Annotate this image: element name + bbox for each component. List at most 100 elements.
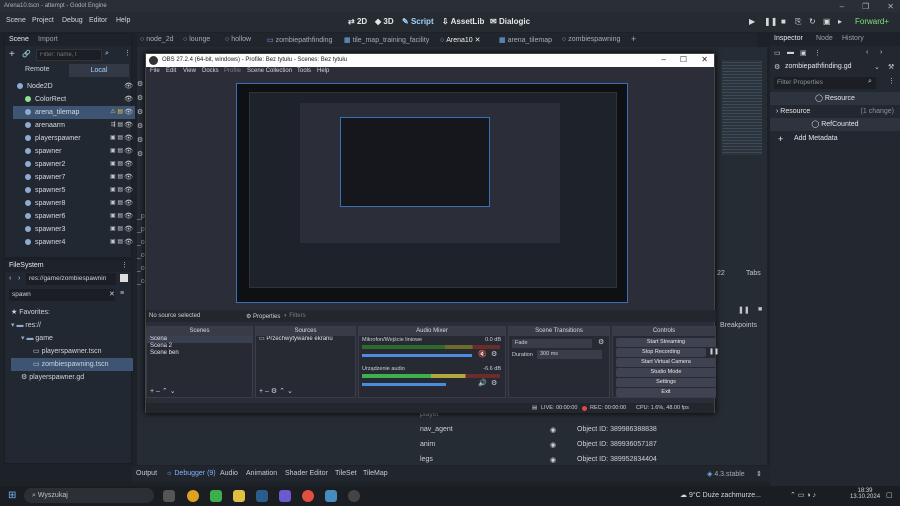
menu-scene[interactable]: Scene [6,17,26,24]
obs-menu-profile[interactable]: Profile [224,68,241,74]
gear-icon[interactable]: ⚙ [491,379,497,387]
warning-icon[interactable]: ⚠ ▤ [110,106,123,119]
tree-node[interactable]: spawner6 ▣ ▤ 👁 [13,210,135,223]
tree-node[interactable]: spawner8 ▣ ▤ 👁 [13,197,135,210]
pause-icon[interactable]: ❚❚ [764,17,777,26]
remote-button[interactable]: Remote [25,66,50,73]
fs-folder[interactable]: ▾ ▬ game [11,332,133,345]
visibility-icon[interactable]: 👁 [124,132,133,145]
move-up-icon[interactable]: ⌃ [279,388,285,395]
tab-debugger[interactable]: ☼ Debugger (9) [166,470,216,477]
properties-button[interactable]: ⚙ Properties [246,313,280,320]
tree-node[interactable]: spawner ▣ ▤ 👁 [13,145,135,158]
visibility-icon[interactable]: 👁 [124,145,133,158]
source-item[interactable]: ▭ Przechwytywanie ekranu [256,336,355,343]
exit-button[interactable]: Exit [616,388,716,397]
tree-node[interactable]: spawner7 ▣ ▤ 👁 [13,171,135,184]
visibility-icon[interactable]: 👁 [124,210,133,223]
tab-scene[interactable]: Scene [9,36,29,43]
visibility-icon[interactable]: 👁 [124,80,133,93]
muted-speaker-icon[interactable]: 🔇 [478,350,487,358]
back-icon[interactable]: ‹ [9,275,11,282]
add-icon[interactable]: + [259,388,263,395]
fs-file[interactable]: ▭ zombiespawning.tscn [11,358,133,371]
gear-icon[interactable]: ⚙ [137,108,145,116]
scene-instance-icon[interactable]: ▣ ▤ [110,210,123,223]
menu-project[interactable]: Project [32,17,54,24]
stop-debug-icon[interactable]: ■ [758,306,762,313]
stop-icon[interactable]: ■ [781,17,786,26]
tab-filesystem[interactable]: FileSystem [9,262,44,269]
weather-widget[interactable]: ☁ 9°C Duże zachmurze... [680,491,761,499]
close-icon[interactable]: ✕ [701,55,708,64]
tab-output[interactable]: Output [136,470,157,477]
tree-node[interactable]: arenaarm ⇶ ▤ 👁 [13,119,135,132]
remove-icon[interactable]: – [265,388,269,395]
add-metadata-button[interactable]: + Add Metadata [770,132,900,146]
close-icon[interactable]: ✕ [887,2,894,11]
tree-node[interactable]: spawner4 ▣ ▤ 👁 [13,236,135,249]
start-streaming-button[interactable]: Start Streaming [616,338,716,347]
tools-icon[interactable]: ⚒ [888,63,894,71]
chrome-icon[interactable] [187,490,199,502]
signal-icon[interactable]: ⇶ ▤ [111,119,123,132]
app-icon[interactable] [210,490,222,502]
remote-icon[interactable]: ⎘ [795,17,801,27]
speaker-icon[interactable]: 🔊 [478,379,487,387]
link-icon[interactable]: 🔗 [22,50,31,58]
maximize-icon[interactable]: ☐ [680,55,687,64]
obs-icon[interactable] [348,490,360,502]
tab-arena10[interactable]: ○ Arena10 ✕ [440,36,481,44]
fs-path-input[interactable]: res://game/zombiespawnin [26,273,116,285]
filter-icon[interactable]: ⌕ [105,50,109,58]
obs-menu-tools[interactable]: Tools [297,68,311,74]
tab-lounge[interactable]: ○ lounge [183,36,210,43]
search-icon[interactable]: ⌕ [868,78,872,86]
notification-icon[interactable]: ▢ [886,491,893,499]
movie-icon[interactable]: ▣ [823,17,831,26]
gear-icon[interactable]: ⚙ [598,338,604,346]
gear-icon[interactable]: ⚙ [137,122,145,130]
obs-menu-edit[interactable]: Edit [166,68,176,74]
scene-instance-icon[interactable]: ▣ ▤ [110,197,123,210]
clock[interactable]: 18:39 13.10.2024 [850,488,880,500]
tab-arena-tilemap[interactable]: ▦ arena_tilemap [499,36,552,44]
dialogic-button[interactable]: ✉ Dialogic [490,17,530,26]
close-tab-icon[interactable]: ✕ [475,37,481,44]
fs-file[interactable]: ▭ playerspawner.tscn [11,345,133,358]
fs-search-input[interactable]: spawn [9,289,115,301]
move-down-icon[interactable]: ⌄ [170,388,176,395]
fs-file[interactable]: ⚙ playerspawner.gd [11,371,133,384]
scene-instance-icon[interactable]: ▣ ▤ [110,184,123,197]
discord-icon[interactable] [279,490,291,502]
visibility-icon[interactable]: 👁 [124,93,133,106]
gear-icon[interactable]: ⚙ [137,150,145,158]
scene-instance-icon[interactable]: ▣ ▤ [110,236,123,249]
sort-icon[interactable]: ≡ [120,290,124,297]
add-tab-icon[interactable]: + [631,34,636,44]
scene-item[interactable]: Scena [147,336,252,343]
visibility-icon[interactable]: 👁 [124,119,133,132]
resource-group[interactable]: › Resource (1 change) [770,105,900,118]
tree-node[interactable]: spawner5 ▣ ▤ 👁 [13,184,135,197]
tab-inspector[interactable]: Inspector [774,35,803,42]
obs-preview[interactable] [236,83,628,303]
minimize-icon[interactable]: – [662,55,666,64]
menu-debug[interactable]: Debug [62,17,83,24]
move-up-icon[interactable]: ⌃ [162,388,168,395]
renderer-select[interactable]: Forward+ [855,17,889,26]
chrome-profile-icon[interactable] [302,490,314,502]
tab-animation[interactable]: Animation [246,470,277,477]
new-resource-icon[interactable]: ▭ [774,49,781,57]
save-icon[interactable]: ▣ [800,49,807,57]
fs-root[interactable]: ▾ ▬ res:// [11,319,133,332]
chevron-down-icon[interactable]: ⌄ [874,63,880,71]
play-icon[interactable]: ▶ [749,17,755,26]
scene-instance-icon[interactable]: ▣ ▤ [110,145,123,158]
tab-hollow[interactable]: ○ hollow [225,36,251,43]
obs-menu-scene-collection[interactable]: Scene Collection [247,68,292,74]
gear-icon[interactable]: ⚙ [491,350,497,358]
visibility-icon[interactable]: 👁 [124,197,133,210]
tab-history[interactable]: History [842,35,864,42]
property-filter-input[interactable]: Filter Properties [774,77,876,89]
